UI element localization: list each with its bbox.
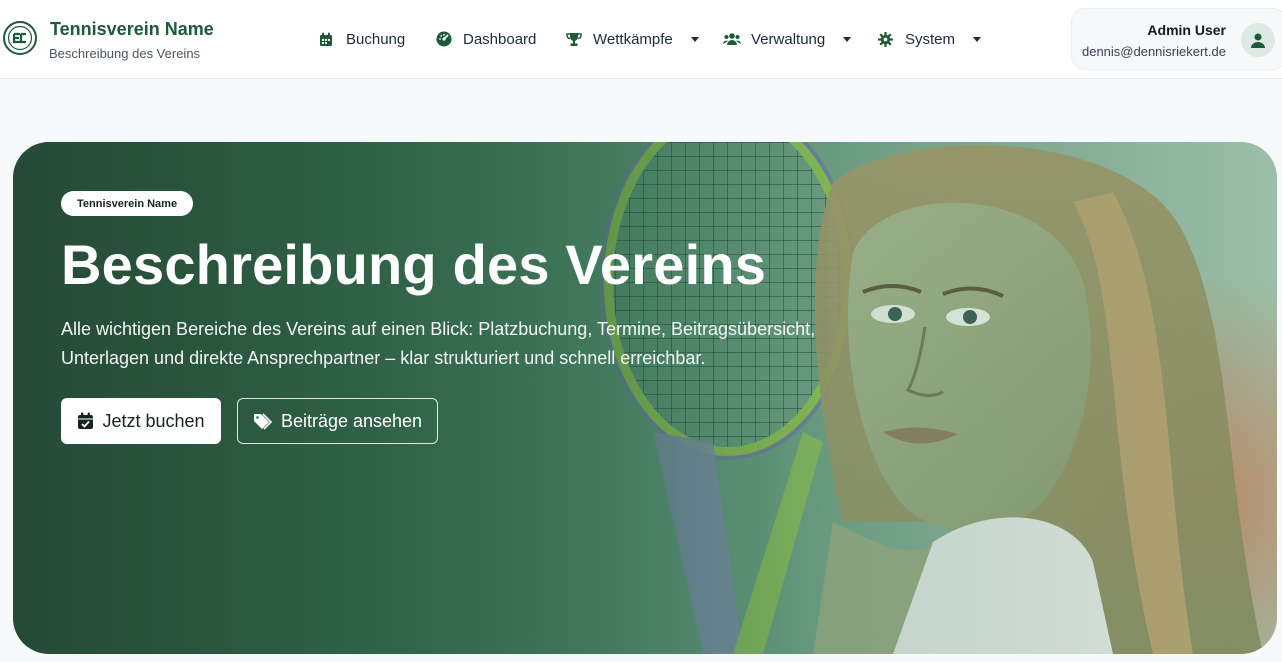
button-label: Jetzt buchen — [102, 410, 205, 431]
nav-label: Dashboard — [463, 30, 537, 48]
view-fees-button[interactable]: Beiträge ansehen — [237, 398, 438, 444]
chevron-down-icon — [843, 36, 852, 42]
gauge-icon — [436, 31, 452, 47]
nav-item-dashboard[interactable]: Dashboard — [436, 29, 536, 49]
hero-title: Beschreibung des Vereins — [61, 233, 767, 296]
nav-item-buchung[interactable]: Buchung — [319, 29, 405, 49]
nav-item-verwaltung[interactable]: Verwaltung — [723, 29, 852, 49]
nav-label: Wettkämpfe — [593, 30, 673, 48]
calendar-check-icon — [78, 412, 94, 429]
user-icon — [1251, 33, 1265, 48]
tags-icon — [253, 412, 273, 430]
club-logo-icon — [3, 21, 37, 55]
chevron-down-icon — [690, 36, 699, 42]
book-now-button[interactable]: Jetzt buchen — [61, 398, 221, 444]
avatar[interactable] — [1241, 23, 1275, 57]
user-menu[interactable]: Admin User dennis@dennisriekert.de — [1071, 8, 1282, 70]
top-navbar: Tennisverein Name Beschreibung des Verei… — [0, 0, 1282, 79]
nav-item-system[interactable]: System — [878, 29, 982, 49]
brand-title[interactable]: Tennisverein Name — [50, 19, 214, 40]
calendar-icon — [320, 32, 332, 46]
club-badge: Tennisverein Name — [61, 191, 194, 216]
hero-banner: Tennisverein Name Beschreibung des Verei… — [13, 142, 1277, 654]
user-email: dennis@dennisriekert.de — [1081, 44, 1226, 59]
hero-description: Alle wichtigen Bereiche des Vereins auf … — [61, 319, 816, 368]
users-icon — [723, 33, 741, 45]
nav-label: Verwaltung — [751, 30, 826, 48]
button-label: Beiträge ansehen — [280, 410, 423, 431]
brand-subtitle: Beschreibung des Vereins — [49, 46, 201, 61]
gear-icon — [878, 31, 893, 47]
nav-label: Buchung — [346, 30, 406, 48]
chevron-down-icon — [973, 36, 982, 42]
nav-item-wettkaempfe[interactable]: Wettkämpfe — [566, 29, 699, 49]
trophy-icon — [566, 32, 582, 46]
user-name: Admin User — [1147, 22, 1226, 38]
nav-label: System — [905, 30, 956, 48]
